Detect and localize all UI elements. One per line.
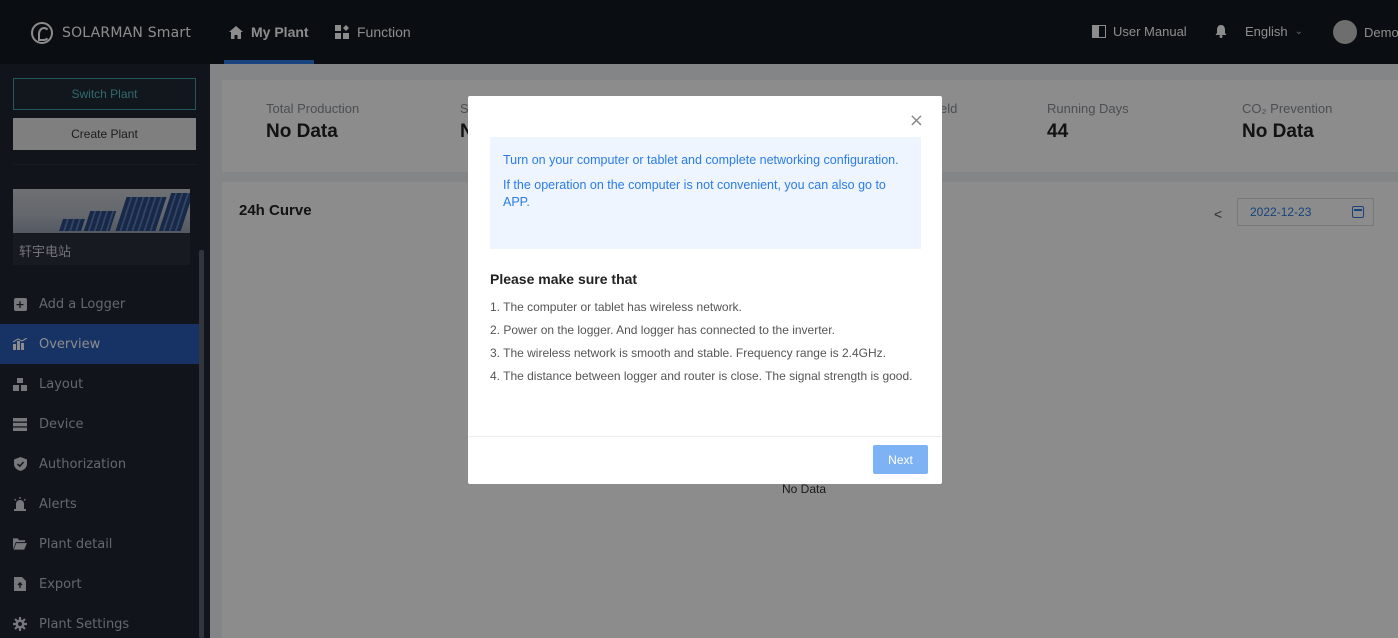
info-box: Turn on your computer or tablet and comp… <box>490 137 921 249</box>
checklist-item: 1. The computer or tablet has wireless n… <box>490 300 742 314</box>
modal-footer-divider <box>468 436 942 437</box>
checklist-item: 4. The distance between logger and route… <box>490 369 913 383</box>
next-button[interactable]: Next <box>873 445 928 474</box>
checklist: 1. The computer or tablet has wireless n… <box>490 299 920 391</box>
add-logger-dialog: × Turn on your computer or tablet and co… <box>468 96 942 484</box>
close-icon[interactable]: × <box>909 112 924 130</box>
checklist-title: Please make sure that <box>490 271 638 287</box>
checklist-item: 2. Power on the logger. And logger has c… <box>490 323 835 337</box>
checklist-item: 3. The wireless network is smooth and st… <box>490 346 886 360</box>
info-line: Turn on your computer or tablet and comp… <box>503 153 899 167</box>
info-line: If the operation on the computer is not … <box>503 178 886 209</box>
